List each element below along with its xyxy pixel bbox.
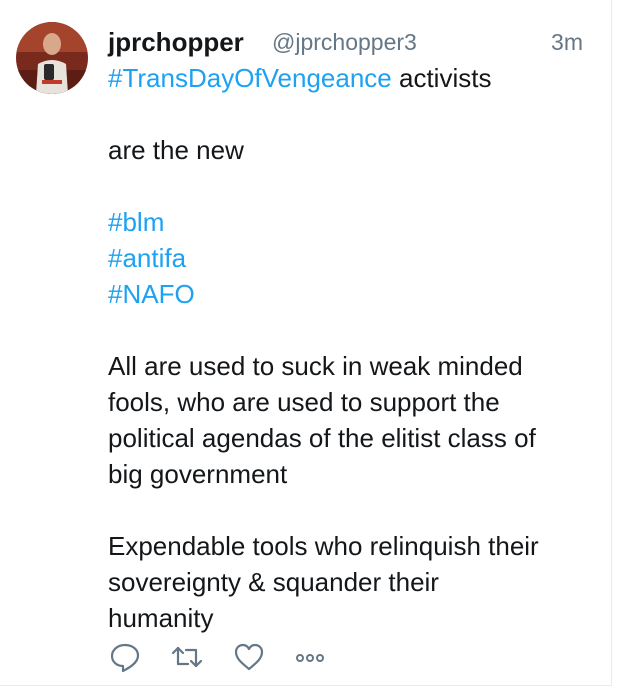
tweet-line: #TransDayOfVengeance activists	[108, 60, 596, 96]
tweet-line	[108, 312, 596, 348]
tweet-line: political agendas of the elitist class o…	[108, 420, 596, 456]
tweet-text-segment: big government	[108, 459, 288, 489]
retweet-icon[interactable]	[170, 640, 206, 676]
tweet-line: humanity	[108, 600, 596, 636]
hashtag-link[interactable]: #blm	[108, 207, 164, 237]
tweet-text-segment: humanity	[108, 603, 214, 633]
tweet-text-segment: activists	[391, 63, 492, 93]
more-icon[interactable]	[292, 640, 328, 676]
tweet-line	[108, 96, 596, 132]
tweet-text-segment: sovereignty & squander their	[108, 567, 439, 597]
tweet-text-segment: All are used to suck in weak minded	[108, 351, 523, 381]
hashtag-link[interactable]: #TransDayOfVengeance	[108, 63, 392, 93]
tweet-line	[108, 492, 596, 528]
timestamp[interactable]: 3m	[551, 24, 583, 60]
action-bar	[108, 640, 408, 680]
hashtag-link[interactable]: #antifa	[108, 243, 186, 273]
tweet-line: #blm	[108, 204, 596, 240]
tweet-line	[108, 168, 596, 204]
display-name[interactable]: jprchopper	[108, 24, 244, 60]
reply-icon[interactable]	[108, 640, 144, 676]
tweet-text-segment: political agendas of the elitist class o…	[108, 423, 536, 453]
hashtag-link[interactable]: #NAFO	[108, 279, 195, 309]
user-handle[interactable]: @jprchopper3	[272, 24, 417, 60]
tweet-text-segment: Expendable tools who relinquish their	[108, 531, 539, 561]
tweet-line: are the new	[108, 132, 596, 168]
tweet-line: #antifa	[108, 240, 596, 276]
tweet-card[interactable]: jprchopper @jprchopper3 3m #TransDayOfVe…	[0, 0, 612, 686]
tweet-line: Expendable tools who relinquish their	[108, 528, 596, 564]
tweet-header: jprchopper @jprchopper3 3m	[108, 24, 583, 60]
tweet-text-segment: are the new	[108, 135, 244, 165]
tweet-line: All are used to suck in weak minded	[108, 348, 596, 384]
tweet-line: fools, who are used to support the	[108, 384, 596, 420]
tweet-line: sovereignty & squander their	[108, 564, 596, 600]
like-icon[interactable]	[232, 640, 268, 676]
tweet-line: big government	[108, 456, 596, 492]
avatar[interactable]	[16, 22, 88, 94]
tweet-text: #TransDayOfVengeance activists are the ne…	[108, 60, 596, 636]
tweet-text-segment: fools, who are used to support the	[108, 387, 500, 417]
tweet-line: #NAFO	[108, 276, 596, 312]
